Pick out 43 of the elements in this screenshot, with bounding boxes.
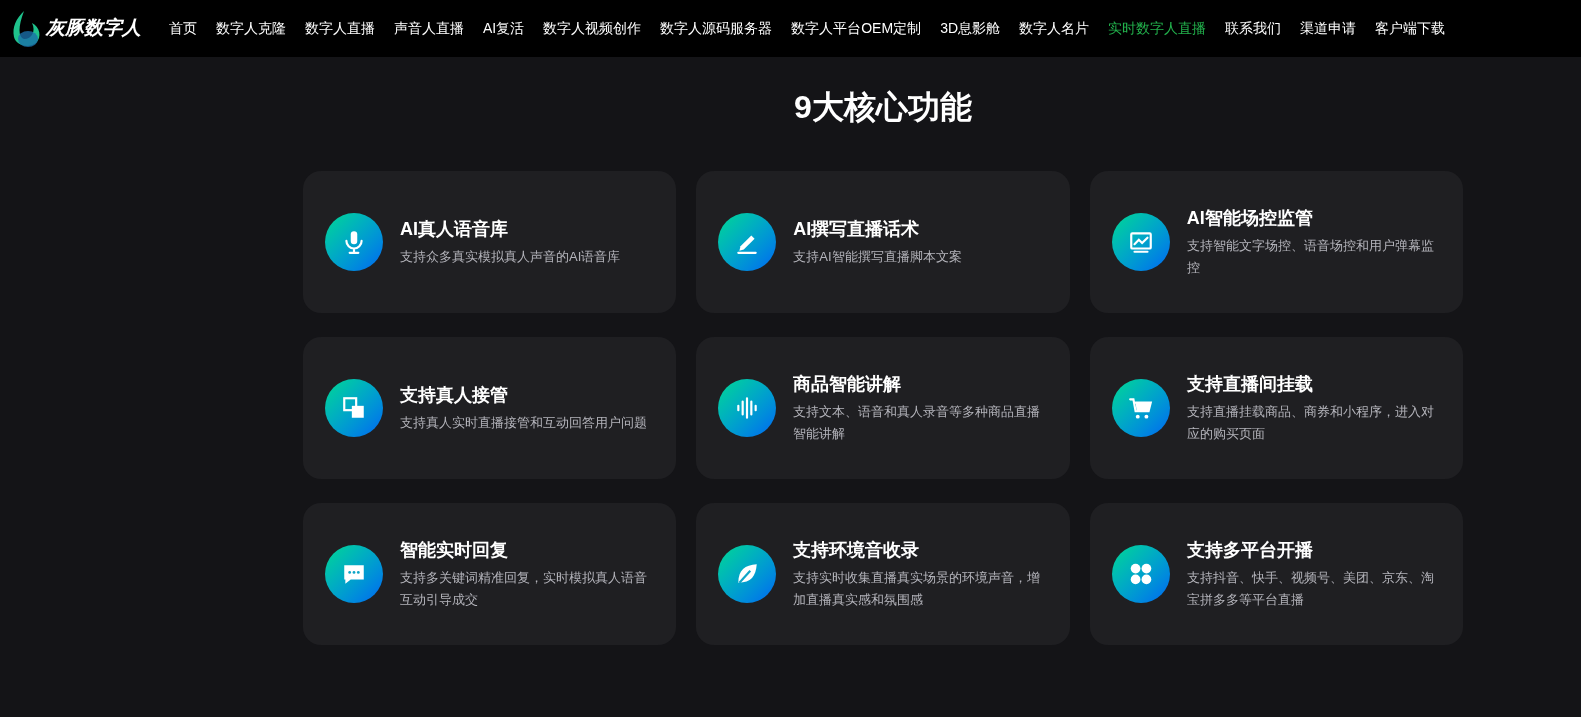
brand-name: 灰豚数字人 [46,16,141,41]
pen-icon [718,213,777,271]
leaf-icon [718,545,777,603]
feature-title: AI真人语音库 [400,218,509,241]
feature-description: 支持文本、语音和真人录音等多种商品直播智能讲解 [793,403,1042,443]
nav-link[interactable]: 数字人平台OEM定制 [791,18,922,39]
feature-description: 支持众多真实模拟真人声音的AI语音库 [400,248,621,266]
feature-description: 支持实时收集直播真实场景的环境声音，增加直播真实感和氛围感 [793,569,1042,609]
feature-title: AI撰写直播话术 [793,218,921,241]
feature-description: 支持多关键词精准回复，实时模拟真人语音互动引导成交 [400,569,648,609]
feature-description: 支持抖音、快手、视频号、美团、京东、淘宝拼多多等平台直播 [1186,569,1435,609]
nav-link[interactable]: 联系我们 [1225,18,1282,39]
feature-description: 支持真人实时直播接管和互动回答用户问题 [400,414,647,432]
feature-title: 商品智能讲解 [793,373,903,396]
feature-title: 支持真人接管 [400,384,509,407]
nav-link[interactable]: 数字人直播 [305,18,375,39]
feature-title: AI智能场控监管 [1186,207,1314,230]
nav-link[interactable]: 数字人克隆 [216,18,286,39]
feature-title: 支持环境音收录 [793,539,921,562]
nav-link[interactable]: 声音人直播 [394,18,464,39]
shopping-cart-icon [1111,379,1170,437]
chat-bubble-icon [325,545,383,603]
four-petals-icon [1111,545,1170,603]
feature-description: 支持直播挂载商品、商券和小程序，进入对应的购买页面 [1186,403,1435,443]
feature-title: 支持直播间挂载 [1186,373,1314,396]
overlapping-squares-icon [325,379,383,437]
nav-link[interactable]: 客户端下载 [1375,18,1446,39]
section-title: 9大核心功能 [793,88,973,127]
nav-link[interactable]: 渠道申请 [1300,18,1357,39]
nav-link[interactable]: 数字人源码服务器 [660,18,773,39]
nav-link[interactable]: 数字人名片 [1019,18,1090,39]
feature-description: 支持智能文字场控、语音场控和用户弹幕监控 [1186,237,1435,277]
nav-link[interactable]: 3D息影舱 [940,18,1001,39]
nav-link[interactable]: 数字人视频创作 [543,18,642,39]
nav-link[interactable]: 首页 [169,18,197,39]
sound-wave-icon [718,379,777,437]
nav-link[interactable]: AI复活 [483,18,525,39]
feature-title: 智能实时回复 [400,539,509,562]
feature-title: 支持多平台开播 [1186,539,1314,562]
feature-description: 支持AI智能撰写直播脚本文案 [793,248,962,266]
microphone-icon [325,213,383,271]
monitor-chart-icon [1111,213,1170,271]
nav-link[interactable]: 实时数字人直播 [1108,18,1207,39]
